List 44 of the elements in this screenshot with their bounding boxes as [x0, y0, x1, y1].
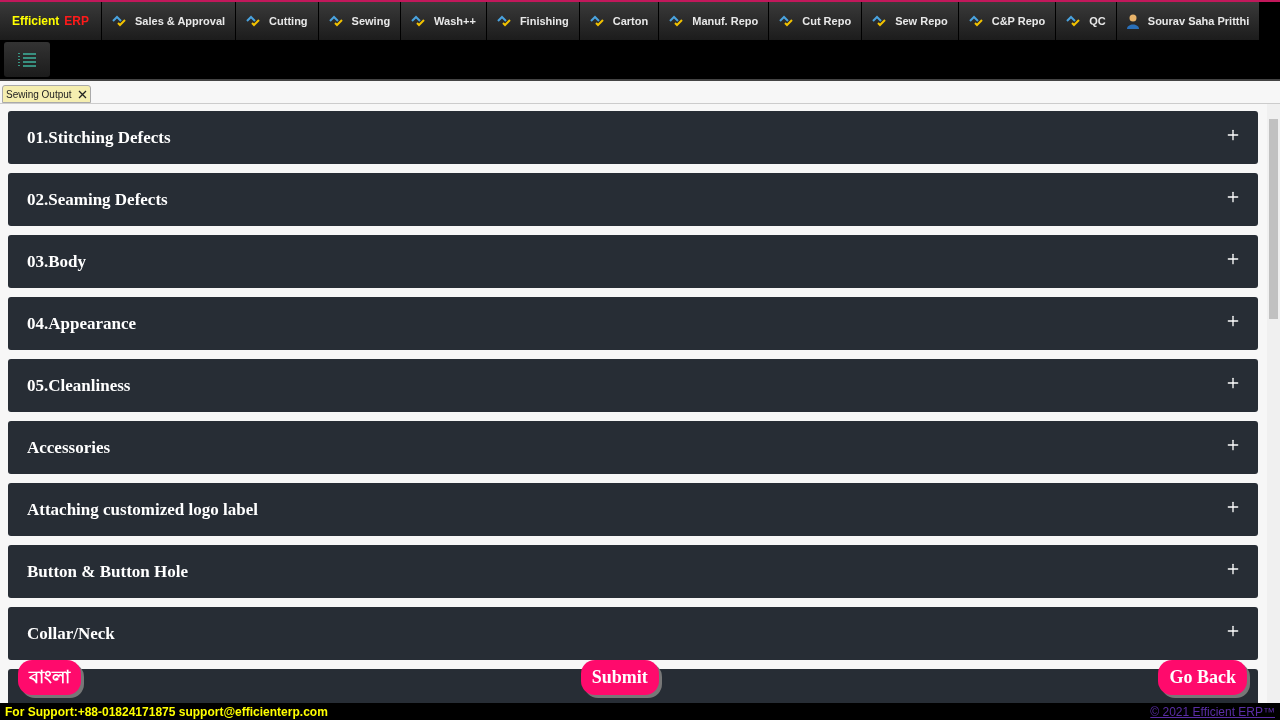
- nav-tab[interactable]: Carton: [579, 2, 660, 40]
- nav-tab[interactable]: Manuf. Repo: [659, 2, 770, 40]
- accordion-header[interactable]: 05.Cleanliness: [8, 359, 1258, 412]
- nav-tab[interactable]: C&P Repo: [958, 2, 1057, 40]
- check-icon: [112, 15, 127, 27]
- menu-button[interactable]: [4, 42, 50, 77]
- check-icon: [246, 15, 261, 27]
- action-button[interactable]: বাংলা: [18, 660, 81, 695]
- accordion-header[interactable]: Collar/Neck: [8, 607, 1258, 660]
- nav-tab[interactable]: Cutting: [236, 2, 319, 40]
- document-tab[interactable]: Sewing Output: [2, 85, 91, 103]
- user-icon: [1126, 13, 1139, 29]
- tab-label: Sewing Output: [6, 87, 72, 102]
- nav-tab[interactable]: QC: [1056, 2, 1117, 40]
- accordion-header[interactable]: Accessories: [8, 421, 1258, 474]
- accordion-header[interactable]: Button & Button Hole: [8, 545, 1258, 598]
- list-icon: [18, 52, 36, 67]
- action-button[interactable]: Submit: [580, 660, 659, 695]
- check-icon: [872, 15, 887, 27]
- close-icon[interactable]: [77, 89, 87, 99]
- check-icon: [968, 15, 983, 27]
- action-button[interactable]: Go Back: [1158, 660, 1247, 695]
- check-icon: [589, 15, 604, 27]
- nav-tab[interactable]: Cut Repo: [769, 2, 863, 40]
- accordion-header[interactable]: 02.Seaming Defects: [8, 173, 1258, 226]
- support-text: For Support:+88-01824171875 support@efficienterp.com: [5, 703, 328, 720]
- accordion-header[interactable]: 03.Body: [8, 235, 1258, 288]
- scrollbar[interactable]: [1267, 104, 1280, 703]
- nav-tab[interactable]: Sewing: [318, 2, 402, 40]
- nav-tab[interactable]: Sew Repo: [862, 2, 959, 40]
- nav-tab[interactable]: Sourav Saha Pritthi: [1116, 2, 1261, 40]
- check-icon: [779, 15, 794, 27]
- check-icon: [411, 15, 426, 27]
- accordion-header[interactable]: 04.Appearance: [8, 297, 1258, 350]
- nav-tab[interactable]: Sales & Approval: [102, 2, 237, 40]
- nav-tab[interactable]: Finishing: [486, 2, 580, 40]
- check-icon: [496, 15, 511, 27]
- check-icon: [328, 15, 343, 27]
- check-icon: [669, 15, 684, 27]
- nav-tab[interactable]: Wash++: [401, 2, 487, 40]
- brand-logo[interactable]: Efficient ERP: [0, 2, 103, 40]
- accordion-header[interactable]: 01.Stitching Defects: [8, 111, 1258, 164]
- check-icon: [1066, 15, 1081, 27]
- accordion-header[interactable]: Attaching customized logo label: [8, 483, 1258, 536]
